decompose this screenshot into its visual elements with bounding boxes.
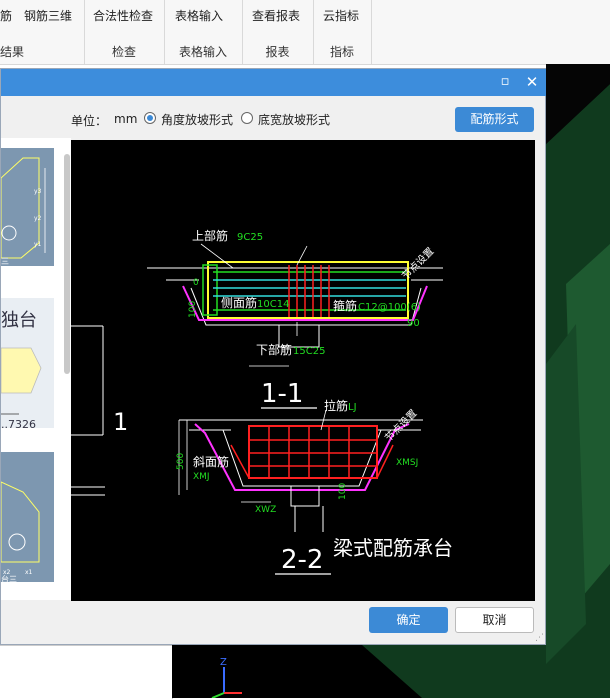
dim-0: 0 (193, 278, 199, 288)
ribbon-button-rebar-3d[interactable]: 钢筋三维 (24, 7, 72, 24)
svg-text:Z: Z (220, 657, 227, 668)
thumbnail-3-figure: x2 x1 台三 (1, 481, 40, 584)
radio-angle-slope-label[interactable]: 角度放坡形式 (161, 111, 233, 128)
ribbon-toolbar: 筋 钢筋三维 结果 合法性检查 检查 表格输入 表格输入 查看报表 报表 云指标… (0, 0, 610, 65)
cancel-button[interactable]: 取消 (455, 607, 534, 633)
radio-width-slope-label[interactable]: 底宽放坡形式 (258, 111, 330, 128)
dim-500: 500 (176, 453, 186, 470)
dialog-titlebar[interactable]: ▫ ✕ (1, 69, 546, 96)
thumbnail-scrollbar[interactable] (64, 154, 70, 374)
section-2-2-title: 2-2 (281, 545, 323, 575)
dim-100b: 100 (338, 483, 348, 500)
bottom-bar-value: 15C25 (293, 346, 325, 357)
side-bar-label: 侧面筋 (221, 295, 257, 310)
thumbnail-2[interactable]: 独台 ..7326 (1, 298, 54, 431)
stirrup-label: 箍筋 (333, 298, 357, 313)
resize-grip-icon[interactable]: ⋰ (535, 633, 544, 643)
bottom-left-panel (0, 645, 173, 699)
angle-value: 90 (407, 318, 420, 329)
cad-drawing: 1 上部筋 9C25 侧面筋 10C14 箍筋 C12@100(6) 下部筋 1… (71, 228, 453, 575)
svg-text:y2: y2 (34, 215, 42, 222)
svg-text:三: 三 (1, 257, 9, 266)
ribbon-group-label-result: 结果 (0, 45, 25, 59)
svg-text:独台: 独台 (1, 310, 37, 331)
3d-scene (546, 64, 610, 698)
thumbnail-list[interactable]: y3 y2 y1 三 独台 ..7326 x2 x1 台三 (1, 138, 71, 600)
bottom-bar-label: 下部筋 (256, 342, 292, 357)
thumbnail-2-figure: 独台 ..7326 (1, 310, 42, 431)
top-bar-value: 9C25 (237, 232, 263, 243)
axis-gizmo: Z (211, 645, 546, 698)
xmsj-label: XMSJ (396, 458, 418, 468)
close-icon[interactable]: ✕ (523, 73, 541, 91)
unit-label: 单位： (71, 114, 108, 128)
radio-width-slope[interactable] (241, 112, 253, 124)
ribbon-group-indicator: 云指标 指标 (313, 0, 372, 64)
thumbnail-1-figure: y3 y2 y1 三 (1, 157, 46, 266)
ribbon-group-report: 查看报表 报表 (242, 0, 314, 64)
ribbon-group-result: 筋 钢筋三维 结果 (0, 0, 85, 64)
tie-bar-value: LJ (348, 402, 357, 413)
ribbon-button-view-report[interactable]: 查看报表 (252, 7, 300, 24)
ok-button[interactable]: 确定 (369, 607, 448, 633)
ribbon-group-label-check: 检查 (111, 45, 136, 59)
ribbon-button-cloud-indicator[interactable]: 云指标 (323, 7, 359, 24)
maximize-icon[interactable]: ▫ (496, 73, 514, 91)
unit-value: mm (114, 112, 138, 126)
svg-text:y3: y3 (34, 188, 42, 195)
drawing-title: 梁式配筋承台 (333, 536, 453, 560)
thumbnail-3[interactable]: x2 x1 台三 (1, 452, 54, 584)
section-1-label: 1 (113, 408, 128, 436)
3d-viewport[interactable] (546, 64, 610, 698)
section-1-leader: 1 (71, 325, 128, 496)
svg-text:y1: y1 (34, 241, 42, 248)
cad-drawing-canvas[interactable]: 1 上部筋 9C25 侧面筋 10C14 箍筋 C12@100(6) 下部筋 1… (71, 140, 535, 601)
radio-angle-slope[interactable] (144, 112, 156, 124)
top-bar-label: 上部筋 (192, 228, 228, 243)
side-bar-value: 10C14 (257, 299, 289, 310)
ribbon-group-check: 合法性检查 检查 (84, 0, 165, 64)
dialog-footer: 确定 取消 ⋰ (1, 601, 546, 646)
ribbon-button-table-input[interactable]: 表格输入 (175, 7, 223, 24)
slope-label-2: 节点设置 (383, 407, 420, 444)
xwz-label: XWZ (255, 505, 276, 515)
thumbnail-1[interactable]: y3 y2 y1 三 (1, 148, 54, 266)
svg-text:..7326: ..7326 (1, 418, 36, 428)
ribbon-group-label-table: 表格输入 (178, 45, 227, 59)
slope-label-1: 节点设置 (400, 245, 437, 282)
section-2-2: 拉筋 LJ 斜面筋 XMJ XMSJ XWZ 500 100 节点设置 2-2 … (176, 398, 453, 575)
rebar-form-button[interactable]: 配筋形式 (455, 107, 534, 132)
section-1-1: 上部筋 9C25 侧面筋 10C14 箍筋 C12@100(6) 下部筋 15C… (147, 228, 443, 409)
section-1-1-title: 1-1 (261, 379, 303, 409)
stirrup-value: C12@100(6) (358, 302, 421, 313)
ribbon-group-table: 表格输入 表格输入 (164, 0, 243, 64)
ribbon-group-label-report: 报表 (265, 45, 290, 59)
ribbon-button-validity-check[interactable]: 合法性检查 (93, 7, 153, 24)
svg-text:台三: 台三 (1, 574, 17, 582)
tie-bar-label: 拉筋 (324, 398, 348, 413)
dialog-toolbar: 单位： mm 角度放坡形式 底宽放坡形式 配筋形式 (1, 96, 546, 138)
dim-100a: 100 (188, 301, 198, 318)
slope-bar-value: XMJ (193, 472, 210, 482)
svg-text:x1: x1 (25, 569, 33, 576)
ribbon-button-rebar[interactable]: 筋 (0, 7, 12, 24)
ribbon-group-label-indicator: 指标 (329, 45, 354, 59)
rebar-dialog: ▫ ✕ 单位： mm 角度放坡形式 底宽放坡形式 配筋形式 y3 y2 y1 三… (0, 68, 546, 645)
bottom-3d-viewport[interactable]: Z (172, 645, 546, 698)
slope-bar-label: 斜面筋 (193, 454, 229, 469)
